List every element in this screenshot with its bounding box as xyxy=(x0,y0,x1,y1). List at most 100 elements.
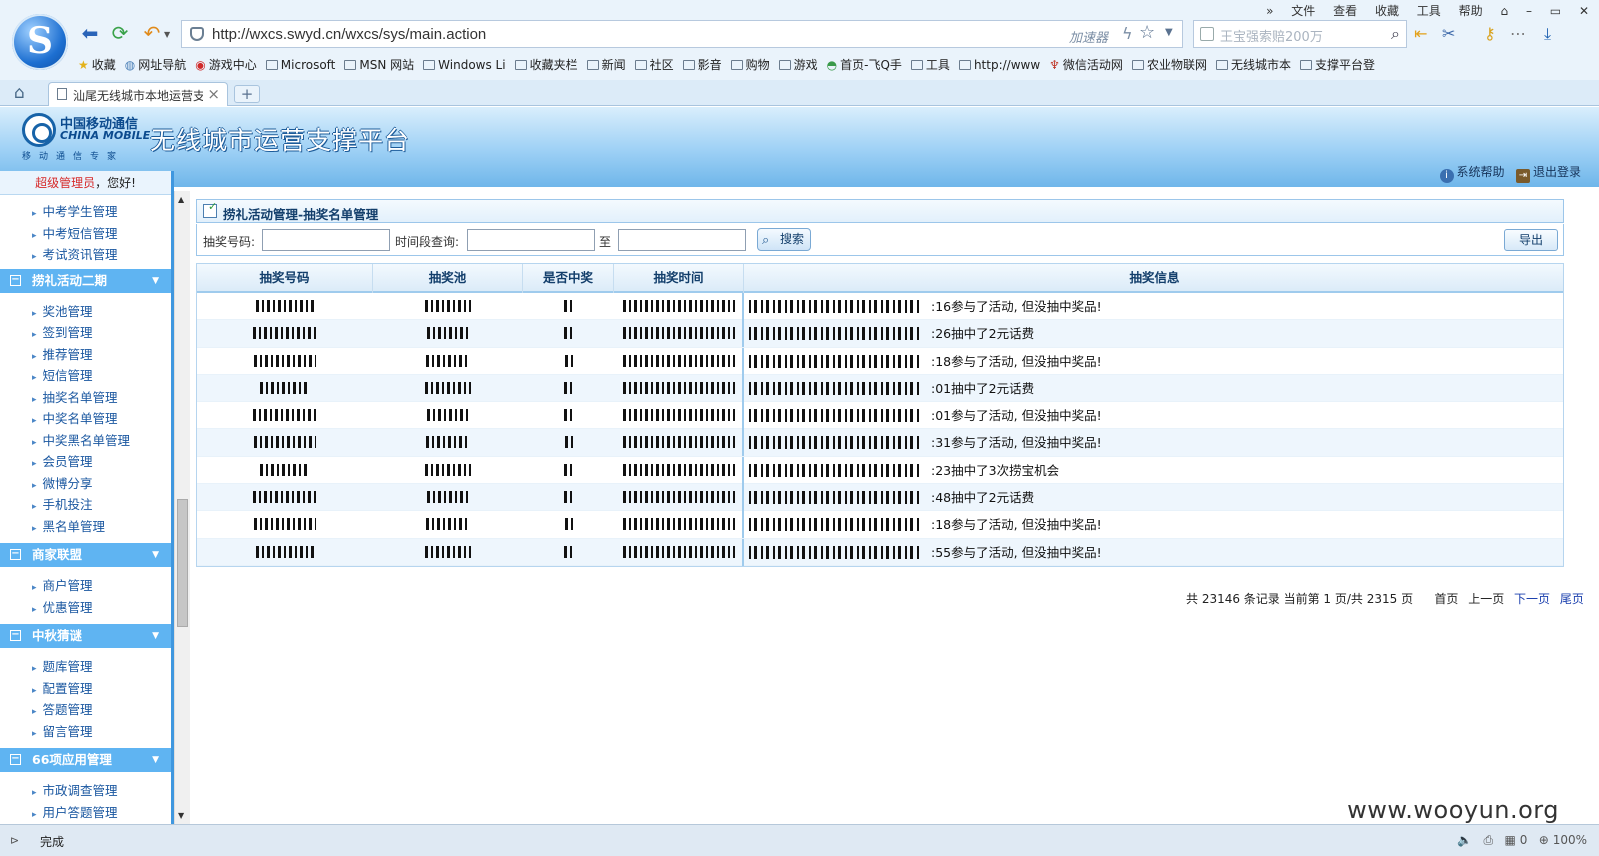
download-icon[interactable]: ⤓ xyxy=(1544,24,1551,44)
table-row[interactable]: :01参与了活动, 但没抽中奖品! xyxy=(197,402,1563,430)
bookmark-item[interactable]: 收藏夹栏 xyxy=(514,56,578,73)
sidebar-item[interactable]: 中考学生管理 xyxy=(32,201,118,220)
chevron-down-icon[interactable]: ▼ xyxy=(152,543,159,567)
menu-view[interactable]: 查看 xyxy=(1333,4,1357,18)
sidebar-item[interactable]: 配置管理 xyxy=(32,678,93,697)
close-icon[interactable]: ✕ xyxy=(1579,4,1589,18)
sidebar-scrollbar[interactable]: ▲ ▼ xyxy=(174,191,190,824)
speaker-icon[interactable]: 🔈 xyxy=(1457,833,1472,847)
sidebar-item[interactable]: 答题管理 xyxy=(32,699,93,718)
scroll-up-icon[interactable]: ▲ xyxy=(178,195,184,204)
search-engine-icon[interactable] xyxy=(1200,27,1214,41)
start-date-input[interactable] xyxy=(467,229,595,251)
bookmark-item[interactable]: Windows Li xyxy=(423,58,506,72)
column-header[interactable]: 抽奖信息 xyxy=(744,264,1565,293)
tab-title[interactable]: 汕尾无线城市本地运营支 xyxy=(73,87,203,104)
sidebar-item[interactable]: 短信管理 xyxy=(32,365,93,384)
bookmark-item[interactable]: Microsoft xyxy=(265,58,335,72)
table-row[interactable]: :48抽中了2元话费 xyxy=(197,484,1563,512)
sidebar-item[interactable]: 微博分享 xyxy=(32,473,93,492)
table-row[interactable]: :18参与了活动, 但没抽中奖品! xyxy=(197,511,1563,539)
menu-tools[interactable]: 工具 xyxy=(1417,4,1441,18)
maximize-icon[interactable]: ▭ xyxy=(1550,4,1561,18)
key-icon[interactable]: ⚷ xyxy=(1484,24,1496,43)
sidebar-item[interactable]: 市政调查管理 xyxy=(32,780,118,799)
skin-icon[interactable]: ⌂ xyxy=(1500,4,1508,18)
bookmark-item[interactable]: 游戏 xyxy=(778,56,818,73)
bookmark-item[interactable]: ◉ 游戏中心 xyxy=(195,56,257,73)
bookmark-item[interactable]: ◓ 首页-飞Q手 xyxy=(827,56,902,73)
sidebar-group[interactable]: −66项应用管理 ▼ xyxy=(0,748,171,772)
sidebar-group[interactable]: − 商家联盟 ▼ xyxy=(0,543,171,567)
sidebar-item[interactable]: 中奖黑名单管理 xyxy=(32,430,131,449)
bookmark-item[interactable]: MSN 网站 xyxy=(344,56,414,73)
scroll-thumb[interactable] xyxy=(177,499,188,627)
search-button[interactable]: ⌕ 搜索 xyxy=(757,228,811,251)
url-text[interactable]: http://wxcs.swyd.cn/wxcs/sys/main.action xyxy=(212,26,486,43)
sidebar-item[interactable]: 签到管理 xyxy=(32,322,93,341)
help-link[interactable]: 系统帮助 xyxy=(1457,165,1505,179)
bookmark-item[interactable]: 新闻 xyxy=(586,56,626,73)
tab-active[interactable]: 汕尾无线城市本地运营支 × xyxy=(48,82,228,106)
sidebar-group[interactable]: − 捞礼活动二期 ▼ xyxy=(0,268,171,293)
first-page-link[interactable]: 首页 xyxy=(1434,592,1458,606)
last-page-link[interactable]: 尾页 xyxy=(1560,592,1584,606)
column-header[interactable]: 抽奖时间 xyxy=(614,264,744,293)
bookmark-item[interactable]: 无线城市本 xyxy=(1215,56,1291,73)
accelerator-label[interactable]: 加速器 xyxy=(1069,27,1108,46)
sidebar-item[interactable]: 留言管理 xyxy=(32,721,93,740)
table-row[interactable]: :31参与了活动, 但没抽中奖品! xyxy=(197,429,1563,457)
sidebar-item[interactable]: 手机投注 xyxy=(32,494,93,513)
logout-link[interactable]: 退出登录 xyxy=(1533,165,1581,179)
menu-expand[interactable]: » xyxy=(1266,4,1273,18)
search-icon[interactable]: ⌕ xyxy=(1391,24,1400,44)
bookmark-item[interactable]: ◍ 网址导航 xyxy=(125,56,187,73)
refresh-icon[interactable]: ⟳ xyxy=(108,22,132,44)
table-row[interactable]: :26抽中了2元话费 xyxy=(197,320,1563,348)
collapse-icon[interactable]: − xyxy=(10,630,21,641)
sidebar-group[interactable]: − 中秋猜谜 ▼ xyxy=(0,624,171,648)
end-date-input[interactable] xyxy=(618,229,746,251)
code-input[interactable] xyxy=(262,229,390,251)
close-icon[interactable]: × xyxy=(207,85,220,103)
print-icon[interactable]: ⎙ xyxy=(1483,833,1493,847)
sidebar-item[interactable]: 中考短信管理 xyxy=(32,223,118,242)
home-icon[interactable]: ⌂ xyxy=(14,83,25,103)
export-button[interactable]: 导出 xyxy=(1504,229,1558,251)
next-page-link[interactable]: 下一页 xyxy=(1514,592,1550,606)
sidebar-item[interactable]: 抽奖名单管理 xyxy=(32,387,118,406)
scissors-icon[interactable]: ✂ xyxy=(1442,24,1455,43)
menu-help[interactable]: 帮助 xyxy=(1459,4,1483,18)
zoom-icon[interactable]: ⊕ xyxy=(1539,833,1549,847)
column-header[interactable]: 是否中奖 xyxy=(523,264,614,293)
sidebar-item[interactable]: 用户答题管理 xyxy=(32,802,118,821)
scroll-down-icon[interactable]: ▼ xyxy=(178,811,184,820)
table-row[interactable]: :23抽中了3次捞宝机会 xyxy=(197,456,1563,485)
sidebar-item[interactable]: 奖池管理 xyxy=(32,301,93,320)
chevron-down-icon[interactable]: ▼ xyxy=(152,748,159,772)
collapse-icon[interactable]: − xyxy=(10,754,21,765)
sidebar-item[interactable]: 会员管理 xyxy=(32,451,93,470)
sidebar-item[interactable]: 黑名单管理 xyxy=(32,516,106,535)
sidebar-item[interactable]: 中奖名单管理 xyxy=(32,408,118,427)
bookmark-item[interactable]: ★ 收藏 xyxy=(78,56,116,73)
bookmark-item[interactable]: ♆ 微信活动网 xyxy=(1049,56,1123,73)
chevron-down-icon[interactable]: ▼ xyxy=(152,624,159,648)
sidebar-toggle-icon[interactable]: ⇤ xyxy=(1414,24,1427,43)
column-header[interactable]: 抽奖号码 xyxy=(197,264,373,293)
bookmark-item[interactable]: 影音 xyxy=(682,56,722,73)
back-arrow-icon[interactable]: ⬅ xyxy=(78,22,102,44)
star-icon[interactable]: ☆ xyxy=(1139,22,1155,43)
sidebar-item[interactable]: 题库管理 xyxy=(32,656,93,675)
address-bar[interactable]: http://wxcs.swyd.cn/wxcs/sys/main.action… xyxy=(181,20,1183,48)
menu-file[interactable]: 文件 xyxy=(1291,4,1315,18)
prev-page-link[interactable]: 上一页 xyxy=(1468,592,1504,606)
collapse-icon[interactable]: − xyxy=(10,549,21,560)
bookmark-item[interactable]: http://www xyxy=(958,58,1040,72)
bookmark-item[interactable]: 社区 xyxy=(634,56,674,73)
zoom-level[interactable]: 100% xyxy=(1553,833,1587,847)
sidebar-item[interactable]: 推荐管理 xyxy=(32,344,93,363)
chevron-down-icon[interactable]: ▼ xyxy=(164,30,170,39)
table-row[interactable]: :18参与了活动, 但没抽中奖品! xyxy=(197,347,1563,375)
sidebar-item[interactable]: 考试资讯管理 xyxy=(32,244,118,263)
